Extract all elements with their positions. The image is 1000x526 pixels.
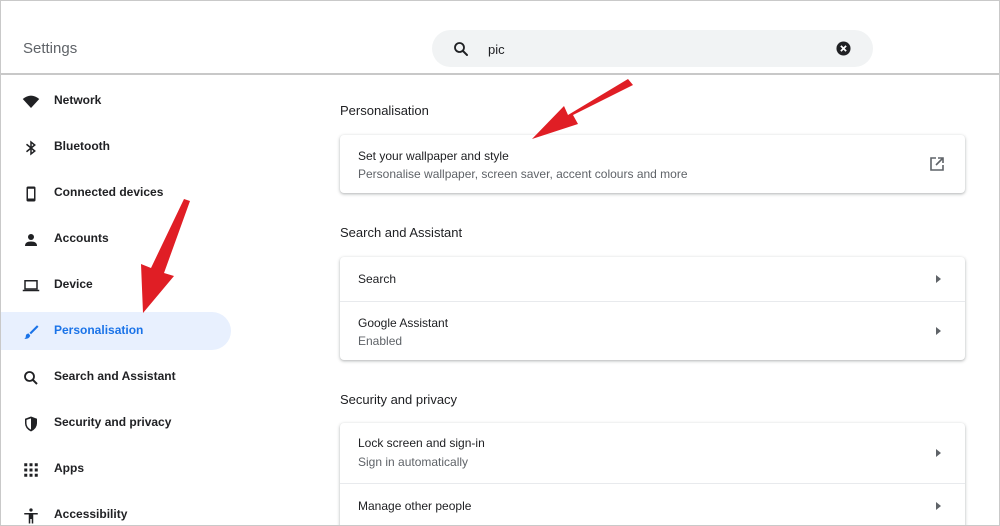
section-title-security-and-privacy: Security and privacy bbox=[340, 392, 458, 407]
sidebar-item-network[interactable]: Network bbox=[1, 82, 231, 120]
sidebar-item-label: Security and privacy bbox=[54, 415, 172, 429]
sidebar-item-bluetooth[interactable]: Bluetooth bbox=[1, 128, 231, 166]
row-title: Lock screen and sign-in bbox=[358, 436, 485, 450]
sidebar-item-accessibility[interactable]: Accessibility bbox=[1, 496, 231, 525]
row-title: Manage other people bbox=[358, 499, 472, 513]
laptop-icon bbox=[22, 280, 40, 292]
row-google-assistant[interactable]: Google Assistant Enabled bbox=[340, 301, 965, 360]
card-security-and-privacy: Lock screen and sign-in Sign in automati… bbox=[340, 423, 965, 525]
sidebar-item-device[interactable]: Device bbox=[1, 266, 231, 304]
sidebar-item-search-and-assistant[interactable]: Search and Assistant bbox=[1, 358, 231, 396]
search-icon bbox=[24, 371, 38, 385]
external-link-icon[interactable] bbox=[929, 156, 945, 172]
sidebar-item-label: Connected devices bbox=[54, 185, 164, 199]
row-search[interactable]: Search bbox=[340, 257, 965, 301]
phone-icon bbox=[26, 186, 36, 202]
chevron-right-icon bbox=[936, 502, 941, 510]
sidebar-item-security-and-privacy[interactable]: Security and privacy bbox=[1, 404, 231, 442]
search-icon bbox=[454, 42, 468, 56]
sidebar-item-label: Search and Assistant bbox=[54, 369, 176, 383]
apps-grid-icon bbox=[24, 463, 38, 477]
row-subtitle: Enabled bbox=[358, 334, 403, 348]
brush-icon bbox=[24, 325, 39, 339]
sidebar-item-connected-devices[interactable]: Connected devices bbox=[1, 174, 231, 212]
row-set-wallpaper-and-style[interactable]: Set your wallpaper and style Personalise… bbox=[340, 135, 965, 193]
sidebar-item-label: Network bbox=[54, 93, 102, 107]
row-subtitle: Personalise wallpaper, screen saver, acc… bbox=[358, 167, 688, 181]
main-content: Personalisation Set your wallpaper and s… bbox=[301, 77, 999, 525]
sidebar-item-label: Accounts bbox=[54, 231, 109, 245]
sidebar-item-label: Accessibility bbox=[54, 507, 128, 521]
row-title: Search bbox=[358, 272, 397, 286]
header-bar: Settings bbox=[1, 1, 999, 75]
row-subtitle: Sign in automatically bbox=[358, 455, 469, 469]
section-title-personalisation: Personalisation bbox=[340, 103, 429, 118]
card-search-and-assistant: Search Google Assistant Enabled bbox=[340, 257, 965, 360]
sidebar-item-accounts[interactable]: Accounts bbox=[1, 220, 231, 258]
sidebar-item-personalisation[interactable]: Personalisation bbox=[1, 312, 231, 350]
sidebar-item-apps[interactable]: Apps bbox=[1, 450, 231, 488]
app-title: Settings bbox=[23, 40, 78, 57]
row-manage-other-people[interactable]: Manage other people bbox=[340, 483, 965, 525]
section-title-search-and-assistant: Search and Assistant bbox=[340, 225, 463, 240]
clear-search-icon[interactable] bbox=[836, 41, 851, 56]
search-box[interactable] bbox=[432, 30, 873, 67]
sidebar-nav: Network Bluetooth Connected devices Acco… bbox=[1, 77, 301, 525]
card-personalisation: Set your wallpaper and style Personalise… bbox=[340, 135, 965, 193]
person-icon bbox=[25, 234, 37, 246]
wifi-icon bbox=[22, 95, 40, 108]
settings-window: Settings Network Bluetooth bbox=[0, 0, 1000, 526]
row-title: Set your wallpaper and style bbox=[358, 149, 509, 163]
search-input[interactable] bbox=[488, 38, 828, 60]
chevron-right-icon bbox=[936, 275, 941, 283]
bluetooth-icon bbox=[26, 140, 36, 156]
chevron-right-icon bbox=[936, 449, 941, 457]
row-lock-screen-and-sign-in[interactable]: Lock screen and sign-in Sign in automati… bbox=[340, 423, 965, 483]
sidebar-item-label: Device bbox=[54, 277, 93, 291]
row-title: Google Assistant bbox=[358, 316, 449, 330]
shield-icon bbox=[25, 416, 37, 432]
sidebar-item-label: Personalisation bbox=[54, 323, 144, 337]
accessibility-icon bbox=[24, 508, 38, 524]
sidebar-item-label: Apps bbox=[54, 461, 84, 475]
sidebar-item-label: Bluetooth bbox=[54, 139, 110, 153]
chevron-right-icon bbox=[936, 327, 941, 335]
